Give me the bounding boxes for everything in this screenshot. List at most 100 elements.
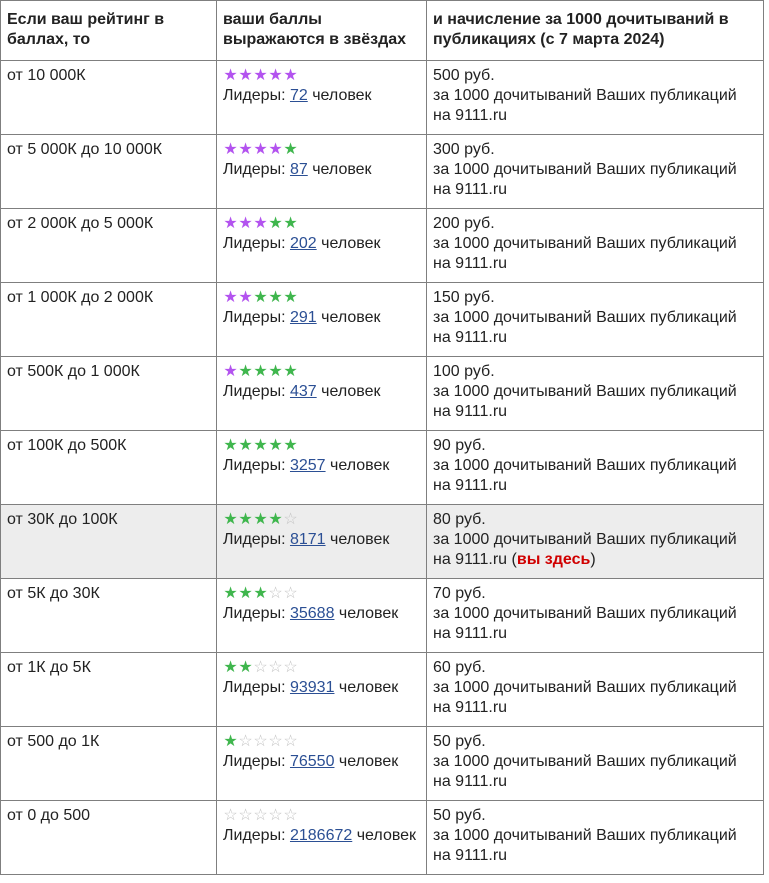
stars-cell: ★★★★★ Лидеры: 437 человек — [216, 356, 427, 431]
empty-star-icon: ☆ — [268, 807, 283, 824]
reward-description: за 1000 дочитываний Ваших публикаций на … — [433, 383, 737, 420]
leaders-label: Лидеры: — [223, 605, 286, 622]
rating-range: от 500 до 1К — [0, 726, 217, 801]
leaders-count-link[interactable]: 93931 — [290, 679, 335, 696]
star-rating: ★★★★★ — [223, 140, 420, 160]
green-star-icon: ★ — [223, 733, 238, 750]
purple-star-icon: ★ — [238, 67, 253, 84]
green-star-icon: ★ — [268, 437, 283, 454]
leaders-count-link[interactable]: 76550 — [290, 753, 335, 770]
people-label: человек — [330, 531, 390, 548]
leaders-label: Лидеры: — [223, 309, 286, 326]
star-rating: ★★★★★ — [223, 436, 420, 456]
reward-description: за 1000 дочитываний Ваших публикаций на … — [433, 457, 737, 494]
rating-range: от 0 до 500 — [0, 800, 217, 875]
purple-star-icon: ★ — [238, 215, 253, 232]
header-rating: Если ваш рейтинг в баллах, то — [0, 0, 217, 61]
reward-cell: 70 руб. за 1000 дочитываний Ваших публика… — [426, 578, 764, 653]
leaders-count-link[interactable]: 437 — [290, 383, 317, 400]
reward-description: за 1000 дочитываний Ваших публикаций на … — [433, 605, 737, 642]
stars-cell: ★★★★★ Лидеры: 72 человек — [216, 60, 427, 135]
green-star-icon: ★ — [268, 511, 283, 528]
reward-price: 70 руб. — [433, 585, 486, 602]
green-star-icon: ★ — [283, 363, 298, 380]
leaders-count-link[interactable]: 8171 — [290, 531, 326, 548]
rating-table: Если ваш рейтинг в баллах, то ваши баллы… — [0, 0, 764, 875]
leaders-count-link[interactable]: 291 — [290, 309, 317, 326]
empty-star-icon: ☆ — [283, 807, 298, 824]
stars-cell: ★★★★★ Лидеры: 291 человек — [216, 282, 427, 357]
reward-description: за 1000 дочитываний Ваших публикаций на … — [433, 309, 737, 346]
empty-star-icon: ☆ — [268, 585, 283, 602]
leaders-count-link[interactable]: 87 — [290, 161, 308, 178]
green-star-icon: ★ — [268, 289, 283, 306]
reward-cell: 90 руб. за 1000 дочитываний Ваших публика… — [426, 430, 764, 505]
reward-description: за 1000 дочитываний Ваших публикаций на … — [433, 753, 737, 790]
green-star-icon: ★ — [253, 363, 268, 380]
leaders-line: Лидеры: 202 человек — [223, 234, 420, 254]
people-label: человек — [330, 457, 390, 474]
table-row: от 5 000К до 10 000К ★★★★★ Лидеры: 87 чело… — [0, 134, 764, 209]
rating-range: от 100К до 500К — [0, 430, 217, 505]
table-row: от 0 до 500 ☆☆☆☆☆ Лидеры: 2186672 человек 5… — [0, 800, 764, 875]
purple-star-icon: ★ — [238, 289, 253, 306]
rating-range: от 10 000К — [0, 60, 217, 135]
leaders-count-link[interactable]: 72 — [290, 87, 308, 104]
leaders-line: Лидеры: 72 человек — [223, 86, 420, 106]
green-star-icon: ★ — [283, 289, 298, 306]
leaders-label: Лидеры: — [223, 753, 286, 770]
leaders-count-link[interactable]: 202 — [290, 235, 317, 252]
table-row: от 100К до 500К ★★★★★ Лидеры: 3257 человек… — [0, 430, 764, 505]
reward-cell: 80 руб. за 1000 дочитываний Ваших публика… — [426, 504, 764, 579]
reward-description: за 1000 дочитываний Ваших публикаций на … — [433, 827, 737, 864]
reward-cell: 300 руб. за 1000 дочитываний Ваших публик… — [426, 134, 764, 209]
people-label: человек — [312, 87, 372, 104]
reward-price: 60 руб. — [433, 659, 486, 676]
leaders-count-link[interactable]: 2186672 — [290, 827, 352, 844]
green-star-icon: ★ — [283, 215, 298, 232]
stars-cell: ★★★☆☆ Лидеры: 35688 человек — [216, 578, 427, 653]
leaders-label: Лидеры: — [223, 87, 286, 104]
table-row: от 500 до 1К ★☆☆☆☆ Лидеры: 76550 человек 50… — [0, 726, 764, 801]
leaders-line: Лидеры: 87 человек — [223, 160, 420, 180]
purple-star-icon: ★ — [253, 67, 268, 84]
reward-description: за 1000 дочитываний Ваших публикаций на … — [433, 235, 737, 272]
leaders-label: Лидеры: — [223, 457, 286, 474]
green-star-icon: ★ — [238, 511, 253, 528]
reward-cell: 150 руб. за 1000 дочитываний Ваших публик… — [426, 282, 764, 357]
empty-star-icon: ☆ — [238, 807, 253, 824]
people-label: человек — [338, 753, 399, 770]
table-row: от 1 000К до 2 000К ★★★★★ Лидеры: 291 чело… — [0, 282, 764, 357]
table-row: от 10 000К ★★★★★ Лидеры: 72 человек 500 руб… — [0, 60, 764, 135]
leaders-count-link[interactable]: 35688 — [290, 605, 335, 622]
leaders-label: Лидеры: — [223, 383, 286, 400]
stars-cell: ★★★★☆ Лидеры: 8171 человек — [216, 504, 427, 579]
star-rating: ☆☆☆☆☆ — [223, 806, 420, 826]
reward-description: за 1000 дочитываний Ваших публикаций на … — [433, 87, 737, 124]
reward-price: 50 руб. — [433, 733, 486, 750]
green-star-icon: ★ — [238, 437, 253, 454]
green-star-icon: ★ — [283, 141, 298, 158]
people-label: человек — [338, 605, 399, 622]
empty-star-icon: ☆ — [238, 733, 253, 750]
stars-cell: ☆☆☆☆☆ Лидеры: 2186672 человек — [216, 800, 427, 875]
leaders-line: Лидеры: 35688 человек — [223, 604, 420, 624]
empty-star-icon: ☆ — [268, 659, 283, 676]
leaders-label: Лидеры: — [223, 679, 286, 696]
empty-star-icon: ☆ — [283, 585, 298, 602]
reward-price: 50 руб. — [433, 807, 486, 824]
reward-cell: 500 руб. за 1000 дочитываний Ваших публик… — [426, 60, 764, 135]
reward-price: 150 руб. — [433, 289, 495, 306]
leaders-line: Лидеры: 291 человек — [223, 308, 420, 328]
empty-star-icon: ☆ — [223, 807, 238, 824]
reward-price: 300 руб. — [433, 141, 495, 158]
star-rating: ★★★★★ — [223, 362, 420, 382]
rating-range: от 2 000К до 5 000К — [0, 208, 217, 283]
reward-cell: 100 руб. за 1000 дочитываний Ваших публик… — [426, 356, 764, 431]
star-rating: ★★★★☆ — [223, 510, 420, 530]
table-row: от 5К до 30К ★★★☆☆ Лидеры: 35688 человек 70… — [0, 578, 764, 653]
star-rating: ★★★★★ — [223, 214, 420, 234]
green-star-icon: ★ — [253, 585, 268, 602]
leaders-count-link[interactable]: 3257 — [290, 457, 326, 474]
green-star-icon: ★ — [238, 585, 253, 602]
